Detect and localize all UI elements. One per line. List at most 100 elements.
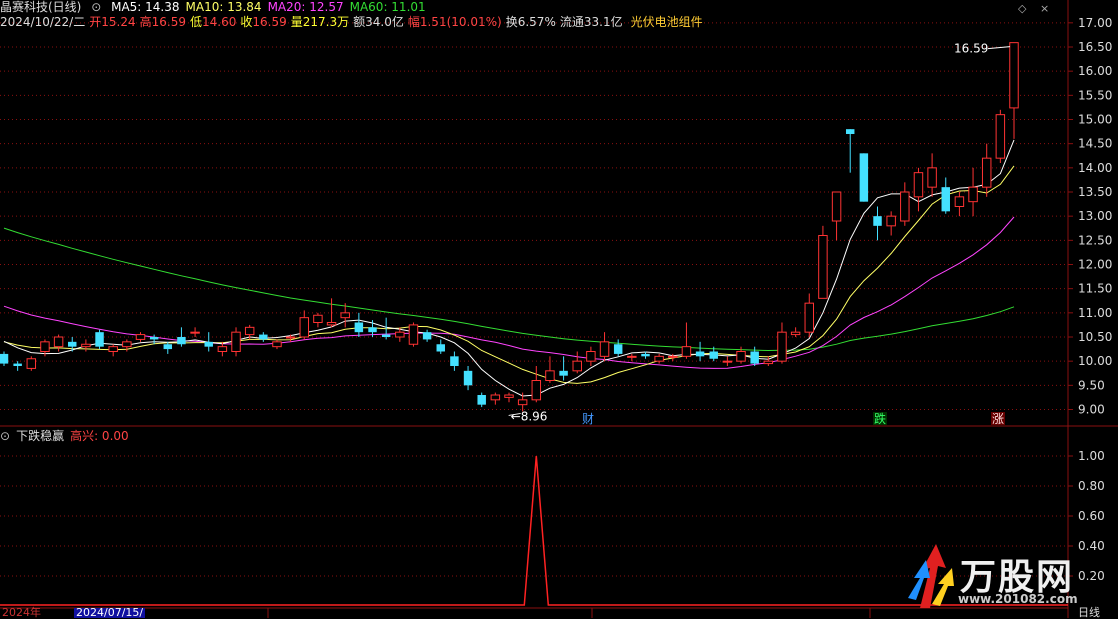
candle-body[interactable] <box>217 346 228 352</box>
candle-body[interactable] <box>559 370 568 376</box>
candle-body[interactable] <box>873 216 882 226</box>
candle-body[interactable] <box>913 172 924 198</box>
candle-body[interactable] <box>368 327 377 333</box>
candle-body[interactable] <box>599 341 610 357</box>
candle-body[interactable] <box>804 302 815 333</box>
candle-body[interactable] <box>831 191 842 222</box>
chart-expand-icon[interactable]: ◇ <box>1018 2 1026 15</box>
candle-body[interactable] <box>859 153 869 202</box>
candle-body[interactable] <box>668 355 678 358</box>
candle-body[interactable] <box>531 380 542 401</box>
footer-year: 2024年 <box>2 606 41 619</box>
quote-value: 16.59 <box>151 15 186 29</box>
candle-body[interactable] <box>436 344 445 352</box>
candle-body[interactable] <box>163 344 173 350</box>
candle-body[interactable] <box>95 332 104 347</box>
candle-body[interactable] <box>340 312 350 319</box>
candle-body[interactable] <box>244 326 255 336</box>
candle-body[interactable] <box>259 334 268 340</box>
candle-body[interactable] <box>818 235 828 299</box>
candle-body[interactable] <box>422 332 432 340</box>
candle-body[interactable] <box>177 337 186 345</box>
candle-body[interactable] <box>26 358 37 369</box>
sector-label[interactable]: 光伏电池组件 <box>631 15 703 29</box>
candle-body[interactable] <box>272 341 282 348</box>
candle-body[interactable] <box>122 341 132 348</box>
event-badge-cai[interactable]: 财 <box>582 412 594 426</box>
indicator-axis-label: 1.00 <box>1078 449 1105 463</box>
candle-body[interactable] <box>927 167 937 188</box>
quote-value: 1.51(10.01%) <box>419 15 502 29</box>
high-arrow <box>987 46 1011 50</box>
candle-body[interactable] <box>695 351 705 357</box>
candle-body[interactable] <box>627 355 637 358</box>
ma-settings-icon[interactable]: ⊙ <box>91 0 101 14</box>
candle-body[interactable] <box>736 351 746 362</box>
price-axis-label: 14.00 <box>1078 161 1112 175</box>
candle-body[interactable] <box>504 394 514 398</box>
indicator-name[interactable]: 下跌稳赢 <box>16 429 64 443</box>
candle-body[interactable] <box>777 331 787 362</box>
candle-body[interactable] <box>40 341 50 353</box>
candle-body[interactable] <box>586 351 596 362</box>
price-axis-label: 14.50 <box>1078 137 1112 151</box>
candle-body[interactable] <box>722 360 733 363</box>
candle-body[interactable] <box>709 351 718 359</box>
candle-body[interactable] <box>408 324 419 345</box>
candle-body[interactable] <box>886 215 896 227</box>
candle-body[interactable] <box>641 353 650 357</box>
candle-body[interactable] <box>845 129 855 134</box>
candle-body[interactable] <box>954 196 965 207</box>
price-axis-label: 12.00 <box>1078 258 1112 272</box>
candle-body[interactable] <box>681 346 692 357</box>
candle-body[interactable] <box>313 314 323 323</box>
candle-body[interactable] <box>613 344 623 354</box>
low-price-label: ←8.96 <box>511 409 548 423</box>
candle-body[interactable] <box>53 336 64 348</box>
chart-canvas[interactable]: 17.00 16.50 16.00 15.50 15.00 14.50 14.00 13.50… <box>0 0 1118 618</box>
candle-body[interactable] <box>0 353 9 364</box>
candle-body[interactable] <box>190 331 200 334</box>
price-axis-label: 15.50 <box>1078 88 1112 102</box>
candle-body[interactable] <box>981 157 992 188</box>
candle-body[interactable] <box>231 331 241 352</box>
candle-body[interactable] <box>108 346 118 352</box>
candle-body[interactable] <box>654 355 664 362</box>
candle-body[interactable] <box>572 360 582 372</box>
candle-body[interactable] <box>135 334 146 340</box>
candle-body[interactable] <box>941 187 950 212</box>
candle-body[interactable] <box>354 322 364 333</box>
indicator-axis-label: 0.60 <box>1078 509 1105 523</box>
candle-body[interactable] <box>545 370 555 382</box>
candle-body[interactable] <box>395 331 405 338</box>
candle-body[interactable] <box>204 341 213 347</box>
candle-body[interactable] <box>13 363 22 366</box>
candle-body[interactable] <box>995 114 1006 159</box>
candle-body[interactable] <box>490 394 501 401</box>
event-badge-zhang[interactable]: 涨 <box>992 411 1004 426</box>
candle-body[interactable] <box>790 331 801 336</box>
candle-body[interactable] <box>81 343 91 348</box>
candle-body[interactable] <box>763 360 774 365</box>
chart-close-icon[interactable]: × <box>1040 2 1049 15</box>
candle-body[interactable] <box>968 186 978 203</box>
ma-legend-item: MA5: 14.38 <box>111 0 180 14</box>
quote-value: 33.1亿 <box>583 15 623 29</box>
candle-body[interactable] <box>750 351 759 364</box>
quote-key: 高 <box>139 15 152 29</box>
candle-body[interactable] <box>450 356 459 366</box>
candle-body[interactable] <box>299 317 310 338</box>
candle-body[interactable] <box>326 322 337 326</box>
candle-body[interactable] <box>285 336 296 339</box>
stock-title-bar: 晶赛科技(日线) ⊙ MA5: 14.38 MA10: 13.84 MA20: 12… <box>0 0 438 14</box>
candle-body[interactable] <box>68 341 77 347</box>
candle-body[interactable] <box>463 370 473 386</box>
candle-body[interactable] <box>477 395 486 405</box>
candle-body[interactable] <box>517 399 528 406</box>
candle-body[interactable] <box>149 337 159 340</box>
candle-body[interactable] <box>381 334 391 337</box>
candle-body[interactable] <box>1009 42 1019 109</box>
indicator-collapse-icon[interactable]: ⊙ <box>0 429 10 443</box>
candle-body[interactable] <box>900 191 910 222</box>
event-badge-die[interactable]: 跌 <box>874 411 886 426</box>
